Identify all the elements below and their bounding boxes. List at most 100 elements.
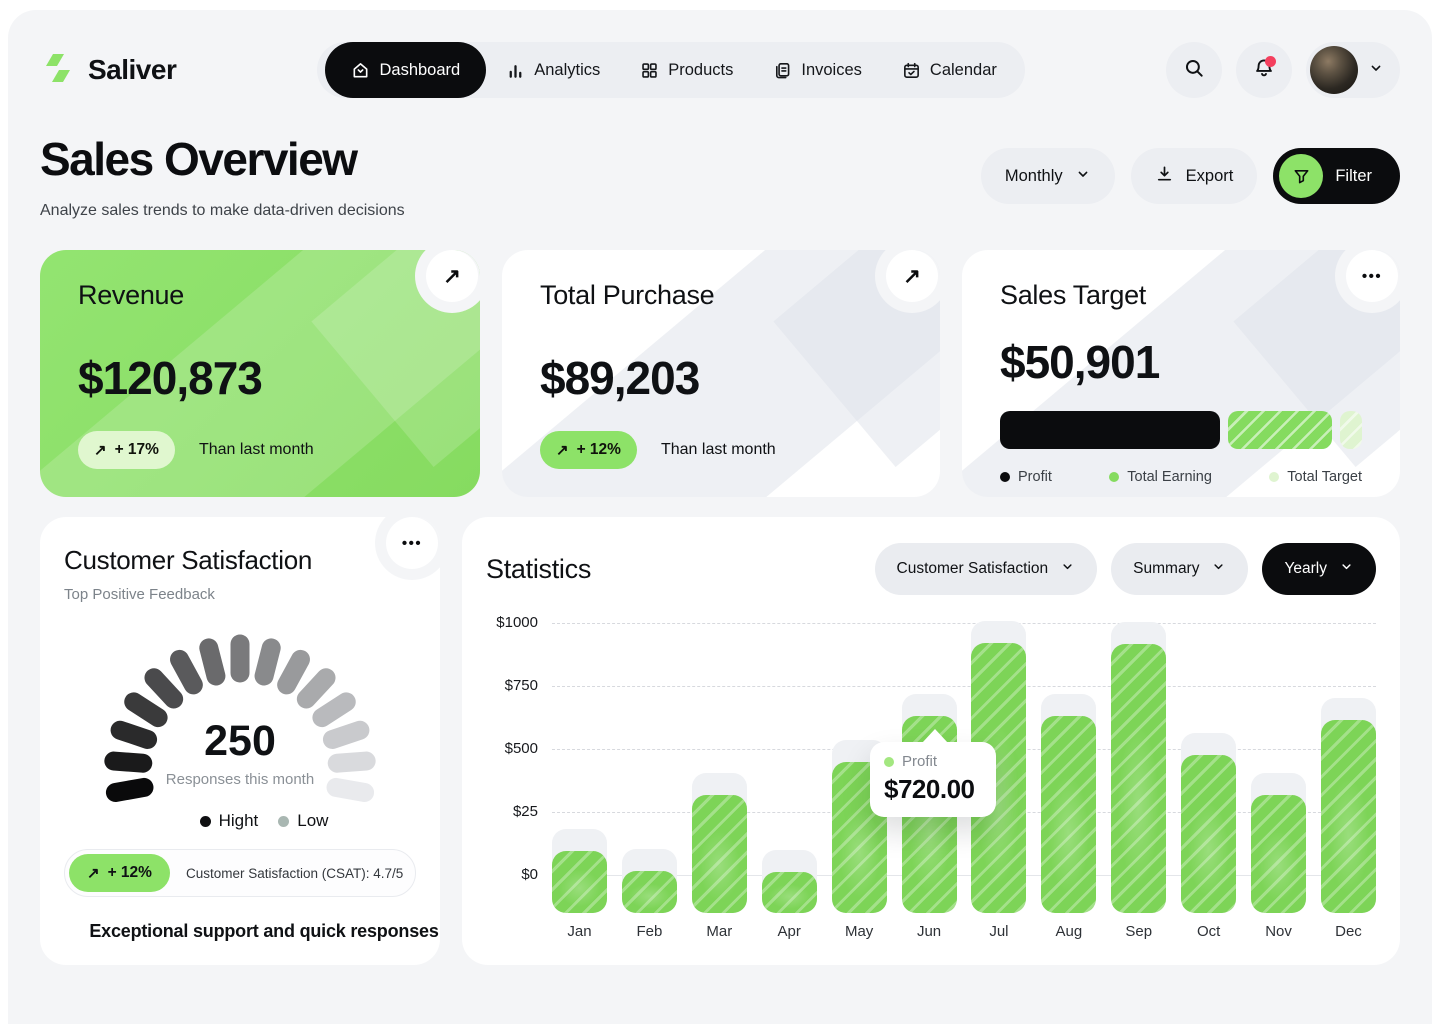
bar-oct[interactable] [1181, 755, 1236, 913]
revenue-compare-label: Than last month [199, 441, 314, 459]
x-tick-label: Apr [762, 923, 817, 940]
main-nav: Dashboard Analytics Products [317, 42, 1024, 98]
total-purchase-compare-label: Than last month [661, 441, 776, 459]
sales-target-card: Sales Target $50,901 ProfitTotal Earning… [962, 250, 1400, 497]
export-button[interactable]: Export [1131, 148, 1258, 204]
bar-column-feb[interactable] [622, 623, 677, 913]
bar-column-mar[interactable] [692, 623, 747, 913]
bar-aug[interactable] [1041, 716, 1096, 913]
view-select[interactable]: Summary [1111, 543, 1248, 595]
nav-label: Analytics [534, 61, 600, 80]
chart-tooltip: Profit $720.00 [870, 742, 996, 817]
period-select[interactable]: Monthly [981, 148, 1115, 204]
y-tick-label: $750 [505, 677, 538, 694]
sales-target-legend: ProfitTotal EarningTotal Target [1000, 469, 1362, 485]
view-select-value: Summary [1133, 560, 1199, 578]
y-tick-label: $25 [513, 803, 538, 820]
page-header: Sales Overview Analyze sales trends to m… [40, 132, 1400, 220]
csat-summary: ↗ + 12% Customer Satisfaction (CSAT): 4.… [64, 849, 416, 897]
gauge-caption: Responses this month [40, 771, 440, 788]
brand-name: Saliver [88, 54, 176, 86]
revenue-title: Revenue [78, 280, 442, 311]
bar-column-sep[interactable] [1111, 623, 1166, 913]
sales-dashboard: Saliver Dashboard Analytics [0, 0, 1440, 1024]
bar-column-jan[interactable] [552, 623, 607, 913]
gauge-tick [327, 751, 376, 774]
chevron-down-icon [1211, 559, 1226, 579]
chevron-down-icon [1339, 559, 1354, 579]
sales-target-progress [1000, 411, 1362, 449]
total-purchase-card: Total Purchase $89,203 ↗ + 12% Than last… [502, 250, 940, 497]
arrow-up-right-icon: ↗ [903, 264, 921, 289]
trend-up-icon: ↗ [556, 441, 569, 459]
legend-dot [200, 816, 211, 827]
nav-item-analytics[interactable]: Analytics [486, 42, 620, 98]
bar-column-nov[interactable] [1251, 623, 1306, 913]
legend-dot [1269, 472, 1279, 482]
trend-up-icon: ↗ [87, 864, 100, 882]
total-purchase-title: Total Purchase [540, 280, 902, 311]
user-menu[interactable] [1306, 42, 1400, 98]
nav-label: Dashboard [379, 61, 460, 80]
legend-label: Total Target [1287, 469, 1362, 485]
revenue-card: Revenue $120,873 ↗ + 17% Than last month… [40, 250, 480, 497]
bar-sep[interactable] [1111, 644, 1166, 913]
target-segment-total-target [1340, 411, 1362, 449]
gauge-tick [104, 751, 153, 774]
bar-column-oct[interactable] [1181, 623, 1236, 913]
legend-label: Hight [219, 811, 259, 831]
y-tick-label: $500 [505, 740, 538, 757]
bar-column-apr[interactable] [762, 623, 817, 913]
x-tick-label: May [832, 923, 887, 940]
nav-label: Products [668, 61, 733, 80]
bar-nov[interactable] [1251, 795, 1306, 913]
y-tick-label: $0 [521, 866, 538, 883]
kpi-cards: Revenue $120,873 ↗ + 17% Than last month… [40, 250, 1400, 497]
home-icon [351, 61, 370, 80]
avatar [1310, 46, 1358, 94]
bar-jan[interactable] [552, 851, 607, 913]
bar-feb[interactable] [622, 871, 677, 913]
satisfaction-gauge: 250 Responses this month [40, 517, 440, 965]
legend-dot [278, 816, 289, 827]
x-tick-label: Jul [971, 923, 1026, 940]
x-tick-label: Jun [902, 923, 957, 940]
trend-up-icon: ↗ [94, 441, 107, 459]
sales-target-value: $50,901 [1000, 335, 1362, 389]
topbar-actions [1166, 42, 1400, 98]
bar-plot: Profit $720.00 [552, 623, 1376, 913]
nav-item-dashboard[interactable]: Dashboard [325, 42, 486, 98]
search-button[interactable] [1166, 42, 1222, 98]
statistics-title: Statistics [486, 554, 591, 585]
bar-dec[interactable] [1321, 720, 1376, 913]
csat-text: Customer Satisfaction (CSAT): 4.7/5 [186, 866, 403, 881]
x-tick-label: Nov [1251, 923, 1306, 940]
x-tick-label: Oct [1181, 923, 1236, 940]
satisfaction-legend: HightLow [64, 811, 440, 831]
month-axis: JanFebMarAprMayJunJulAugSepOctNovDec [552, 923, 1376, 940]
filter-label: Filter [1335, 167, 1372, 186]
x-tick-label: Feb [622, 923, 677, 940]
revenue-delta-badge: ↗ + 17% [78, 431, 175, 469]
bar-apr[interactable] [762, 872, 817, 913]
filter-button[interactable]: Filter [1273, 148, 1400, 204]
ellipsis-icon: ••• [1362, 268, 1382, 285]
range-select-value: Yearly [1284, 560, 1327, 578]
bar-column-dec[interactable] [1321, 623, 1376, 913]
metric-select[interactable]: Customer Satisfaction [875, 543, 1098, 595]
nav-item-calendar[interactable]: Calendar [882, 42, 1017, 98]
nav-item-products[interactable]: Products [620, 42, 753, 98]
range-select[interactable]: Yearly [1262, 543, 1376, 595]
bar-column-aug[interactable] [1041, 623, 1096, 913]
x-tick-label: Jan [552, 923, 607, 940]
notifications-button[interactable] [1236, 42, 1292, 98]
brand-logo[interactable]: Saliver [40, 50, 176, 91]
statistics-header: Statistics Customer Satisfaction Summary [462, 517, 1400, 595]
calendar-icon [902, 61, 921, 80]
topbar: Saliver Dashboard Analytics [40, 42, 1400, 98]
nav-item-invoices[interactable]: Invoices [753, 42, 882, 98]
satisfaction-note: Exceptional support and quick responses [64, 921, 440, 942]
bar-mar[interactable] [692, 795, 747, 913]
invoices-icon [773, 61, 792, 80]
arrow-up-right-icon: ↗ [443, 264, 461, 289]
